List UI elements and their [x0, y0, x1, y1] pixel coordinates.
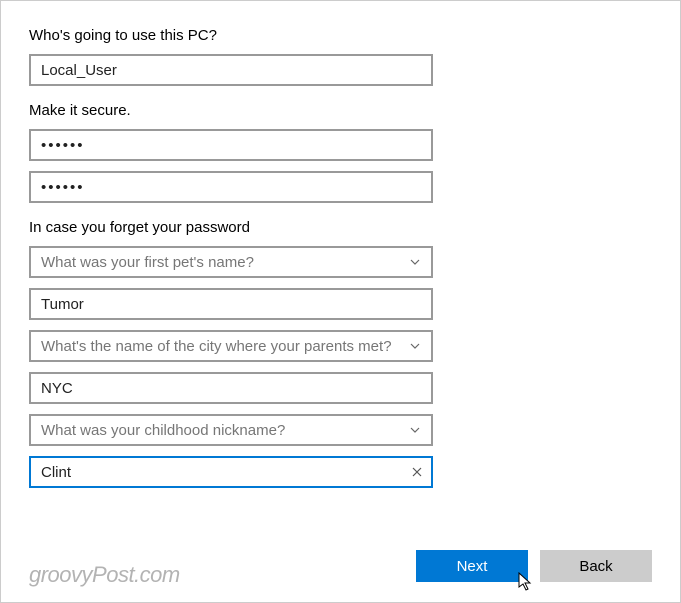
security-answer-3-input[interactable] [29, 456, 433, 488]
chevron-down-icon [399, 340, 431, 352]
clear-input-button[interactable] [407, 462, 427, 482]
security-question-1-select[interactable]: What was your first pet's name? [29, 246, 433, 278]
security-answer-1-input[interactable] [29, 288, 433, 320]
security-answer-2-input[interactable] [29, 372, 433, 404]
username-input[interactable] [29, 54, 433, 86]
next-button[interactable]: Next [416, 550, 528, 582]
password-input[interactable] [29, 129, 433, 161]
security-question-2-select[interactable]: What's the name of the city where your p… [29, 330, 433, 362]
label-forget: In case you forget your password [29, 219, 652, 236]
security-question-3-text: What was your childhood nickname? [31, 422, 399, 439]
chevron-down-icon [399, 424, 431, 436]
label-secure: Make it secure. [29, 102, 652, 119]
watermark-text: groovyPost.com [29, 562, 180, 588]
close-icon [411, 466, 423, 478]
label-who: Who's going to use this PC? [29, 27, 652, 44]
security-question-1-text: What was your first pet's name? [31, 254, 399, 271]
back-button[interactable]: Back [540, 550, 652, 582]
chevron-down-icon [399, 256, 431, 268]
password-confirm-input[interactable] [29, 171, 433, 203]
security-question-2-text: What's the name of the city where your p… [31, 338, 399, 355]
security-question-3-select[interactable]: What was your childhood nickname? [29, 414, 433, 446]
